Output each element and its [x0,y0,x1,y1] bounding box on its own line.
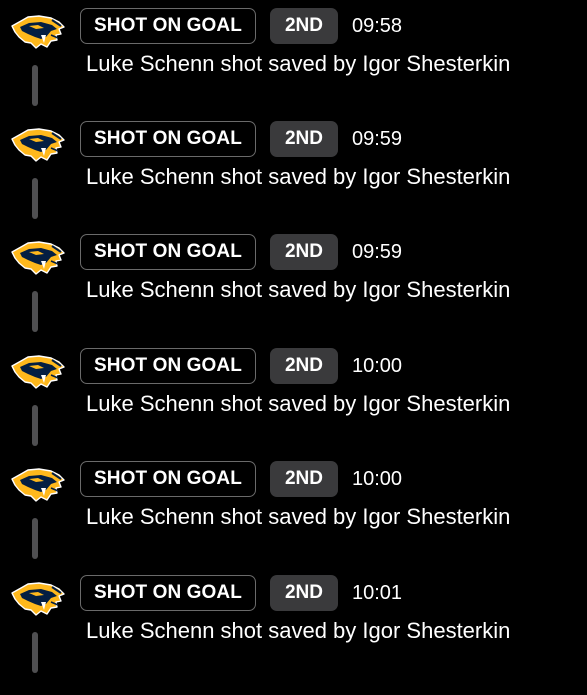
period-badge: 2ND [270,8,338,44]
nashville-predators-logo-icon [11,241,65,275]
event-time: 10:00 [352,355,403,377]
timeline-connector [32,178,38,219]
event-item[interactable]: SHOT ON GOAL 2ND 10:01 Luke Schenn shot … [0,575,587,695]
event-type-badge: SHOT ON GOAL [80,348,256,384]
event-item[interactable]: SHOT ON GOAL 2ND 09:58 Luke Schenn shot … [0,8,587,128]
event-description: Luke Schenn shot saved by Igor Shesterki… [86,618,511,643]
timeline-connector [32,65,38,106]
event-description: Luke Schenn shot saved by Igor Shesterki… [86,504,511,529]
nashville-predators-logo-icon [11,582,65,616]
period-badge: 2ND [270,234,338,270]
event-time: 09:59 [352,128,403,150]
event-type-badge: SHOT ON GOAL [80,461,256,497]
timeline-connector [32,405,38,446]
period-badge: 2ND [270,461,338,497]
period-badge: 2ND [270,121,338,157]
event-time: 09:59 [352,241,403,263]
event-description: Luke Schenn shot saved by Igor Shesterki… [86,164,511,189]
event-type-badge: SHOT ON GOAL [80,121,256,157]
event-item[interactable]: SHOT ON GOAL 2ND 10:00 Luke Schenn shot … [0,348,587,468]
event-time: 09:58 [352,15,403,37]
event-description: Luke Schenn shot saved by Igor Shesterki… [86,51,511,76]
event-description: Luke Schenn shot saved by Igor Shesterki… [86,277,511,302]
event-item[interactable]: SHOT ON GOAL 2ND 10:00 Luke Schenn shot … [0,461,587,581]
timeline-connector [32,518,38,559]
event-item[interactable]: SHOT ON GOAL 2ND 09:59 Luke Schenn shot … [0,121,587,241]
event-time: 10:00 [352,468,403,490]
event-type-badge: SHOT ON GOAL [80,575,256,611]
event-time: 10:01 [352,582,403,604]
event-description: Luke Schenn shot saved by Igor Shesterki… [86,391,511,416]
event-item[interactable]: SHOT ON GOAL 2ND 09:59 Luke Schenn shot … [0,234,587,354]
event-type-badge: SHOT ON GOAL [80,8,256,44]
timeline-connector [32,291,38,332]
period-badge: 2ND [270,575,338,611]
timeline-connector [32,632,38,673]
nashville-predators-logo-icon [11,15,65,49]
nashville-predators-logo-icon [11,128,65,162]
event-type-badge: SHOT ON GOAL [80,234,256,270]
nashville-predators-logo-icon [11,355,65,389]
period-badge: 2ND [270,348,338,384]
nashville-predators-logo-icon [11,468,65,502]
